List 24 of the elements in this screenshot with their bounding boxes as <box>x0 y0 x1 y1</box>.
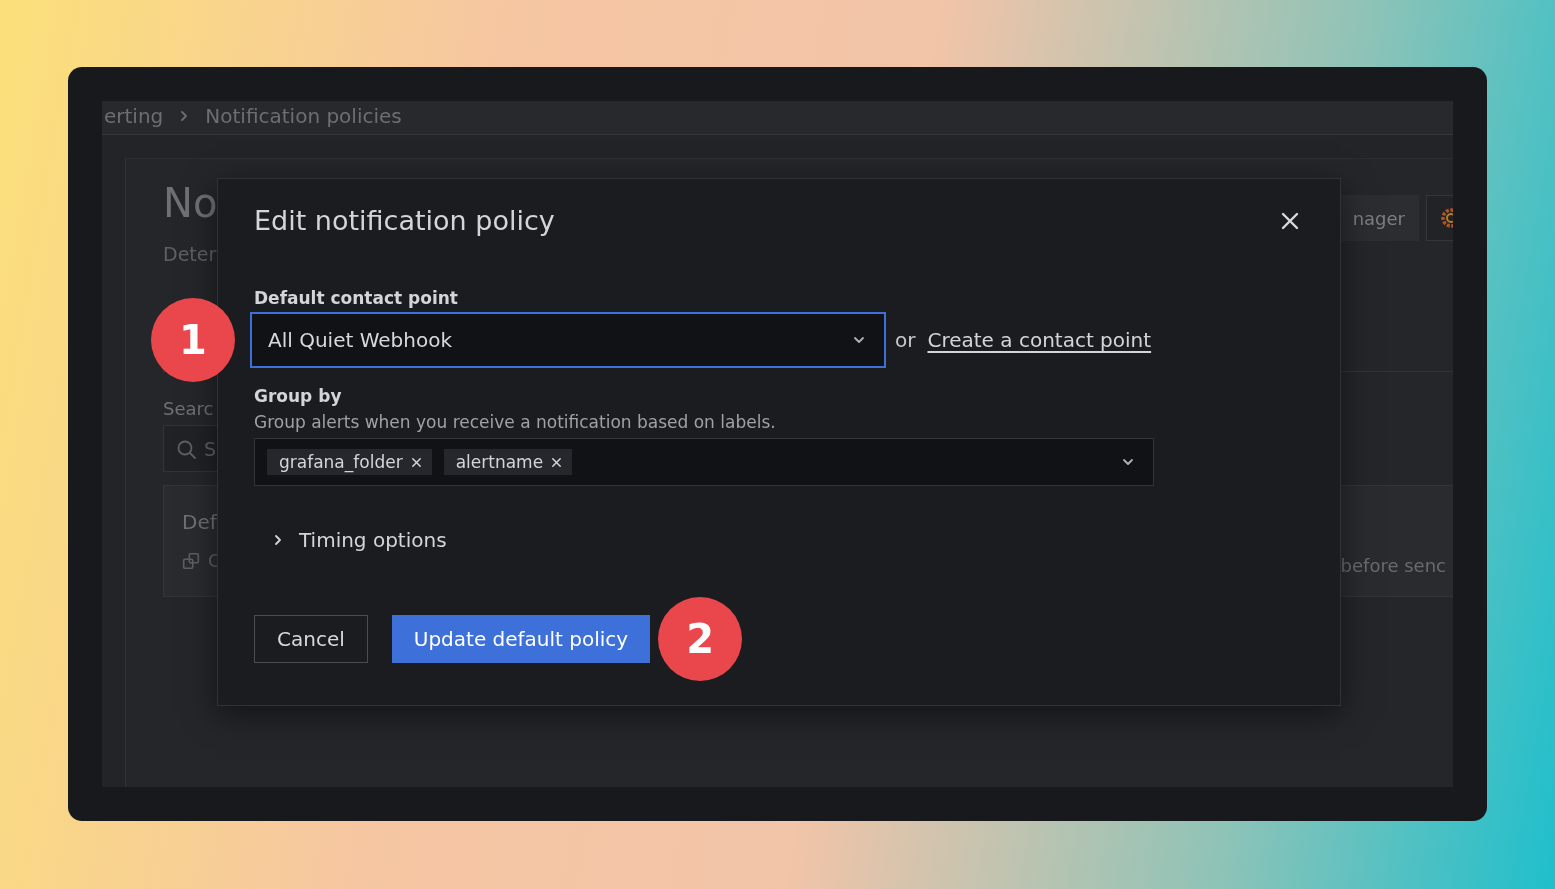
dialog-title: Edit notification policy <box>254 205 555 236</box>
copy-icon <box>182 551 200 570</box>
policy-detail: before senc <box>1340 555 1446 576</box>
tag-text: grafana_folder <box>279 452 403 472</box>
search-icon <box>176 438 196 459</box>
page-title: No <box>163 179 218 227</box>
search-label: Searc <box>163 398 214 419</box>
or-text: or <box>895 328 916 352</box>
timing-options-toggle[interactable]: Timing options <box>254 528 447 552</box>
close-button[interactable] <box>1280 210 1300 231</box>
remove-icon[interactable] <box>409 455 423 469</box>
remove-icon[interactable] <box>550 455 564 469</box>
update-button[interactable]: Update default policy <box>391 615 651 663</box>
cancel-button[interactable]: Cancel <box>254 615 368 663</box>
create-contact-point-link[interactable]: Create a contact point <box>927 328 1152 352</box>
contact-point-select[interactable]: All Quiet Webhook <box>250 312 886 368</box>
close-icon <box>1280 210 1300 231</box>
page-subtitle: Deter <box>163 243 218 265</box>
field-label: Default contact point <box>254 288 459 308</box>
field-description: Group alerts when you receive a notification based on labels. <box>254 412 777 432</box>
policy-title: Def <box>182 510 218 534</box>
field-label: Group by <box>254 386 343 406</box>
group-by-select[interactable]: grafana_folder alertname <box>254 438 1154 486</box>
tag-text: alertname <box>455 452 544 472</box>
